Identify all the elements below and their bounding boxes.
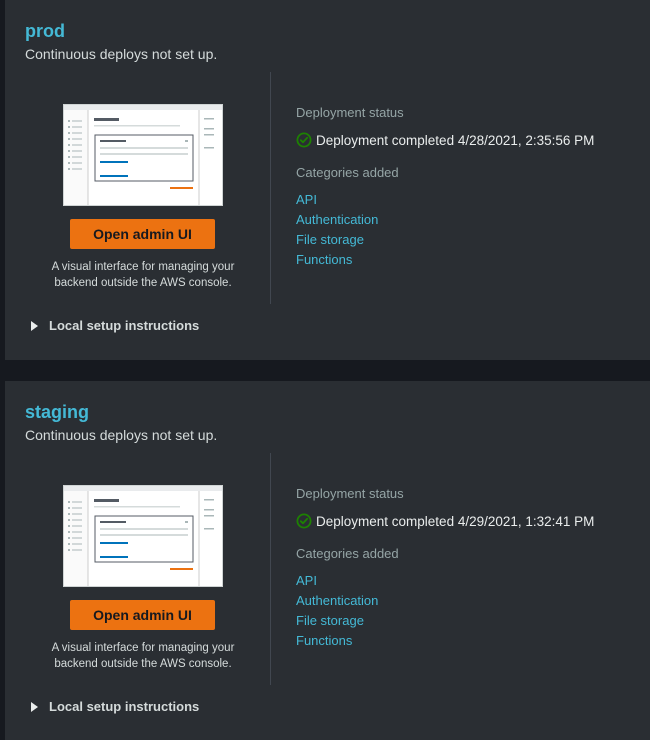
continuous-deploy-status: Continuous deploys not set up. [25,46,218,62]
check-circle-icon [296,513,312,529]
local-setup-label: Local setup instructions [49,699,200,714]
category-link-api[interactable]: API [296,190,594,210]
categories-added-label: Categories added [296,546,399,561]
check-circle-icon [296,132,312,148]
admin-ui-description-line-1: A visual interface for managing your [51,642,235,654]
deployment-status-text: Deployment completed 4/29/2021, 1:32:41 … [316,513,595,529]
deployment-status-label: Deployment status [296,486,404,501]
caret-right-icon [31,702,38,712]
deployment-status-label: Deployment status [296,105,404,120]
admin-ui-preview-image [63,104,223,206]
admin-ui-description-line-1: A visual interface for managing your [51,261,235,273]
category-link-file-storage[interactable]: File storage [296,230,594,250]
categories-list: API Authentication File storage Function… [296,571,594,651]
admin-ui-thumbnail-graphic [64,486,222,586]
environment-name[interactable]: staging [25,401,89,423]
category-link-file-storage[interactable]: File storage [296,611,594,631]
local-setup-label: Local setup instructions [49,318,200,333]
category-link-api[interactable]: API [296,571,594,591]
admin-ui-description: A visual interface for managing your bac… [33,259,253,291]
deployment-details: Deployment status Deployment completed 4… [296,486,594,651]
deployment-status-row: Deployment completed 4/29/2021, 1:32:41 … [296,511,594,531]
environment-name[interactable]: prod [25,20,65,42]
column-divider [270,72,271,304]
open-admin-ui-button[interactable]: Open admin UI [70,219,215,249]
categories-added-label: Categories added [296,165,399,180]
environment-card-prod: prod Continuous deploys not set up. Open… [5,0,650,360]
deployment-status-row: Deployment completed 4/28/2021, 2:35:56 … [296,130,594,150]
deployment-status-text: Deployment completed 4/28/2021, 2:35:56 … [316,132,595,148]
admin-ui-thumbnail-graphic [64,105,222,205]
category-link-functions[interactable]: Functions [296,631,594,651]
deployment-details: Deployment status Deployment completed 4… [296,105,594,270]
local-setup-instructions-toggle[interactable]: Local setup instructions [31,318,199,334]
categories-list: API Authentication File storage Function… [296,190,594,270]
admin-ui-description: A visual interface for managing your bac… [33,640,253,672]
open-admin-ui-button[interactable]: Open admin UI [70,600,215,630]
column-divider [270,453,271,685]
caret-right-icon [31,321,38,331]
admin-ui-description-line-2: backend outside the AWS console. [54,658,232,670]
local-setup-instructions-toggle[interactable]: Local setup instructions [31,699,199,715]
category-link-functions[interactable]: Functions [296,250,594,270]
category-link-authentication[interactable]: Authentication [296,210,594,230]
category-link-authentication[interactable]: Authentication [296,591,594,611]
admin-ui-preview-image [63,485,223,587]
admin-ui-description-line-2: backend outside the AWS console. [54,277,232,289]
continuous-deploy-status: Continuous deploys not set up. [25,427,218,443]
environment-card-staging: staging Continuous deploys not set up. O… [5,381,650,740]
